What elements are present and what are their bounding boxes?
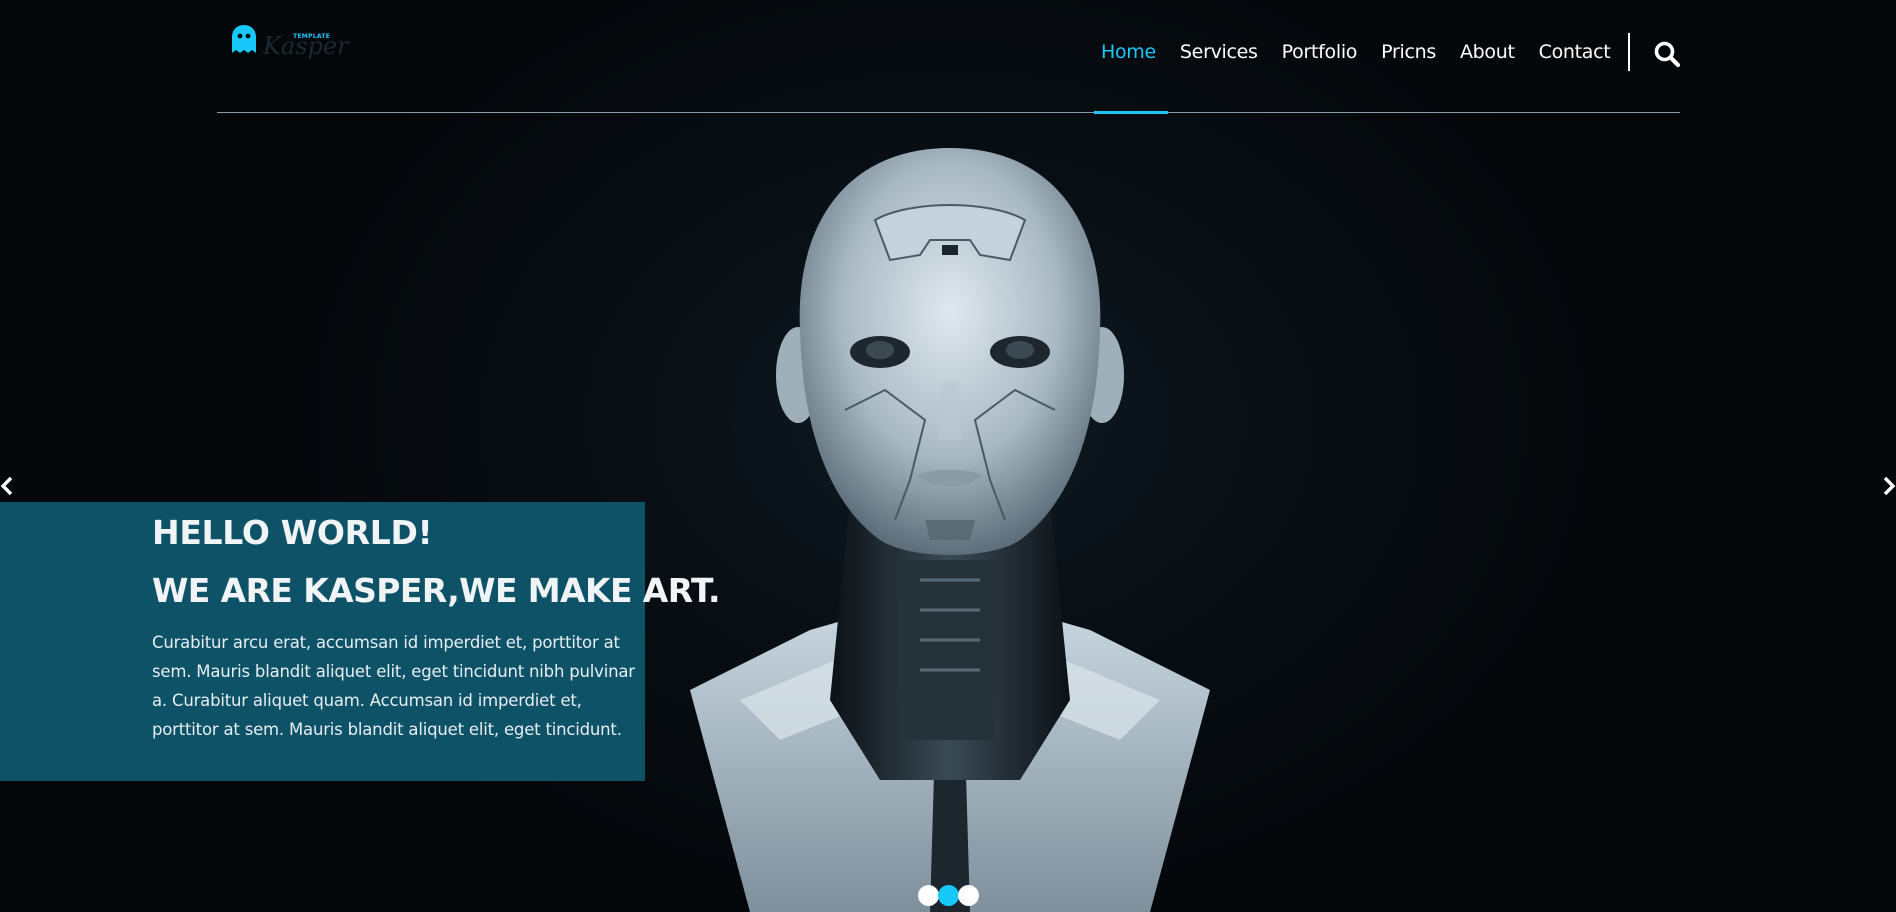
- nav-item-services[interactable]: Services: [1168, 40, 1270, 64]
- hero-slider: Kasper TEMPLATE Home Services Portfolio …: [0, 0, 1896, 912]
- carousel-dot-1[interactable]: [918, 885, 939, 906]
- nav-divider: [1628, 33, 1630, 71]
- carousel-indicators: [918, 885, 979, 906]
- main-nav: Home Services Portfolio Pricns About Con…: [1089, 40, 1622, 64]
- nav-item-portfolio[interactable]: Portfolio: [1270, 40, 1369, 64]
- ghost-icon: [232, 25, 256, 53]
- chevron-left-icon[interactable]: [0, 472, 16, 500]
- slide-description: Curabitur arcu erat, accumsan id imperdi…: [152, 633, 635, 739]
- logo[interactable]: Kasper TEMPLATE: [231, 24, 349, 60]
- active-nav-indicator: [1094, 111, 1168, 114]
- nav-item-pricing[interactable]: Pricns: [1369, 40, 1448, 64]
- slide-title-line1: HELLO WORLD!: [152, 513, 433, 552]
- slide-title-line2: WE ARE KASPER,WE MAKE ART.: [152, 571, 721, 610]
- logo-tagline: TEMPLATE: [293, 33, 331, 40]
- nav-item-home[interactable]: Home: [1089, 40, 1168, 64]
- search-icon[interactable]: [1653, 40, 1681, 68]
- site-header: Kasper TEMPLATE Home Services Portfolio …: [217, 0, 1681, 114]
- nav-item-about[interactable]: About: [1448, 40, 1527, 64]
- chevron-right-icon[interactable]: [1880, 472, 1896, 500]
- nav-item-contact[interactable]: Contact: [1527, 40, 1623, 64]
- carousel-dot-2[interactable]: [938, 885, 959, 906]
- header-divider-line: [217, 112, 1680, 113]
- robot-image: [690, 148, 1210, 912]
- carousel-dot-3[interactable]: [958, 885, 979, 906]
